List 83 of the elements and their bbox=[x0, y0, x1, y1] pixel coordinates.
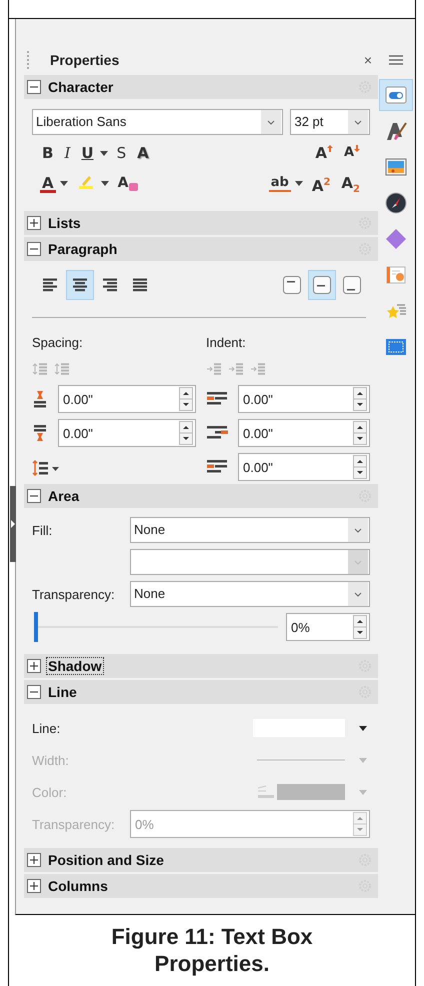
align-middle-button[interactable] bbox=[308, 270, 336, 300]
transparency-slider[interactable] bbox=[34, 612, 278, 642]
vertical-alignment-icon bbox=[343, 276, 361, 294]
strikethrough-button[interactable]: S bbox=[114, 142, 128, 164]
alignment-icon bbox=[42, 278, 58, 292]
slider-thumb[interactable] bbox=[34, 612, 38, 642]
section-header[interactable]: Paragraph bbox=[24, 237, 378, 261]
dropdown-field[interactable]: None bbox=[130, 517, 370, 543]
caret-icon[interactable] bbox=[100, 180, 109, 186]
align-center-button[interactable] bbox=[66, 270, 94, 300]
character-spacing-button[interactable]: ab bbox=[268, 174, 291, 192]
spin-field[interactable]: 0.00" bbox=[238, 419, 370, 447]
grip-icon[interactable] bbox=[26, 50, 30, 70]
compass-icon bbox=[385, 192, 407, 214]
caret-icon bbox=[359, 790, 367, 794]
section-header[interactable]: Position and Size bbox=[24, 848, 378, 872]
dropdown-field[interactable]: None bbox=[130, 581, 370, 607]
field-label: Line: bbox=[32, 720, 62, 736]
alignment-icon bbox=[102, 278, 118, 292]
bold-button[interactable]: B bbox=[40, 142, 56, 164]
section-header[interactable]: Shadow bbox=[24, 654, 378, 678]
spin-field[interactable]: 0.00" bbox=[238, 453, 370, 481]
arrow-down-icon bbox=[354, 145, 360, 152]
color-swatch bbox=[277, 784, 345, 800]
stepper-buttons[interactable] bbox=[353, 421, 367, 445]
frame-icon bbox=[385, 336, 407, 358]
paintbrush-icon bbox=[385, 120, 407, 142]
section-header[interactable]: Character bbox=[24, 75, 378, 99]
caret-icon[interactable] bbox=[294, 180, 303, 186]
field-label: Fill: bbox=[32, 522, 54, 538]
menu-icon[interactable] bbox=[389, 55, 403, 65]
stepper-buttons[interactable] bbox=[179, 387, 193, 411]
clear-formatting-button[interactable]: A bbox=[116, 172, 140, 194]
eraser-icon bbox=[129, 183, 138, 191]
paragraph-spacing-icon bbox=[32, 390, 48, 408]
section-header[interactable]: Columns bbox=[24, 874, 378, 898]
paragraph-spacing-icon bbox=[32, 424, 48, 442]
close-button[interactable]: × bbox=[360, 52, 376, 68]
vertical-alignment-icon bbox=[283, 276, 301, 294]
superscript-button[interactable]: A$^{2}$ bbox=[310, 172, 332, 194]
slide-icon bbox=[385, 264, 407, 286]
stepper-buttons[interactable] bbox=[353, 455, 367, 479]
stepper-buttons bbox=[353, 812, 367, 836]
alignment-icon bbox=[72, 278, 88, 292]
subscript-button[interactable]: A$_{2}$ bbox=[339, 172, 362, 194]
line-spacing-icon[interactable] bbox=[32, 459, 60, 477]
spin-field[interactable]: 0.00" bbox=[58, 385, 196, 413]
indent-label: Indent: bbox=[206, 334, 246, 352]
font-size-field[interactable]: 32 pt bbox=[290, 109, 370, 135]
section-header[interactable]: Area bbox=[24, 484, 378, 508]
spacing-label: Spacing: bbox=[32, 334, 83, 352]
field-label: Transparency: bbox=[32, 816, 116, 832]
stepper-buttons[interactable] bbox=[353, 387, 367, 411]
spin-field[interactable]: 0.00" bbox=[58, 419, 196, 447]
italic-button[interactable]: I bbox=[62, 142, 72, 164]
font-color-button[interactable]: A bbox=[40, 174, 56, 192]
figure-caption: Figure 11: Text Box Properties. bbox=[110, 923, 314, 978]
caret-icon[interactable] bbox=[60, 180, 68, 186]
stepper-buttons[interactable] bbox=[179, 421, 193, 445]
collapse-handle[interactable] bbox=[10, 486, 16, 562]
spin-field[interactable]: 0.00" bbox=[238, 385, 370, 413]
line-color-icon bbox=[257, 784, 275, 800]
caret-icon[interactable] bbox=[100, 150, 108, 156]
section-header[interactable]: Line bbox=[24, 680, 378, 704]
section-header[interactable]: Lists bbox=[24, 211, 378, 235]
vertical-alignment-icon bbox=[313, 276, 331, 294]
font-name-field[interactable]: Liberation Sans bbox=[32, 109, 284, 135]
caret-icon bbox=[359, 758, 367, 762]
stepper-buttons[interactable] bbox=[353, 615, 367, 639]
panel-title: Properties bbox=[50, 52, 120, 68]
field-label: Width: bbox=[32, 752, 70, 768]
shrink-font-button[interactable]: A bbox=[342, 142, 362, 164]
diamond-icon bbox=[385, 228, 407, 250]
field-label: Color: bbox=[32, 784, 68, 800]
alignment-icon bbox=[132, 278, 148, 292]
underline-button[interactable]: U bbox=[79, 142, 96, 164]
image-icon bbox=[385, 156, 407, 178]
field-label: Transparency: bbox=[32, 586, 116, 602]
grow-font-button[interactable]: A bbox=[313, 142, 335, 164]
toggle-icon bbox=[385, 84, 407, 106]
shadow-button[interactable]: A bbox=[135, 142, 151, 164]
arrow-up-icon bbox=[326, 145, 333, 152]
caret-icon[interactable] bbox=[359, 726, 367, 730]
